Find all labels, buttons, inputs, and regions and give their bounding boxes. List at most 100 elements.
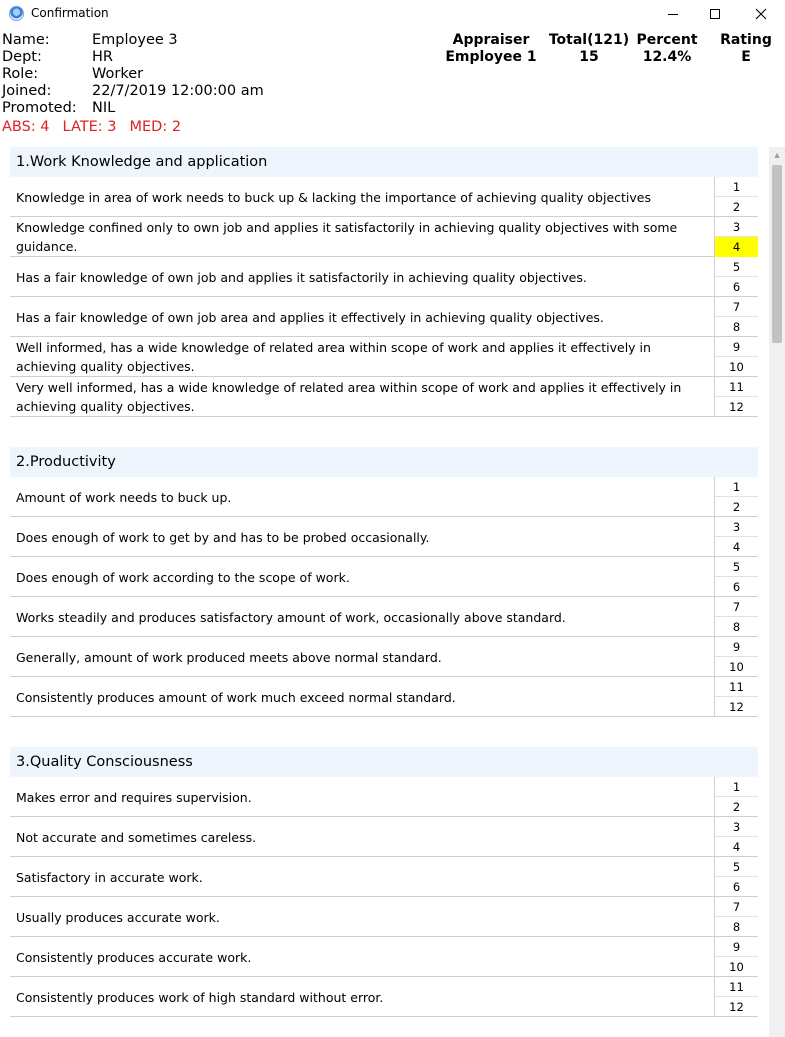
info-value: Employee 3 — [92, 32, 178, 48]
score-option[interactable]: 5 — [714, 857, 758, 877]
title-bar: Confirmation — [0, 0, 785, 28]
absence-flag: ABS: 4 — [2, 119, 50, 135]
score-option[interactable]: 5 — [714, 557, 758, 577]
criteria-description: Makes error and requires supervision. — [16, 789, 252, 805]
score-option[interactable]: 5 — [714, 257, 758, 277]
criteria-description: Usually produces accurate work. — [16, 909, 220, 925]
percent-value: 12.4% — [642, 49, 692, 65]
score-option[interactable]: 7 — [714, 297, 758, 317]
rating-stat: Rating E — [716, 32, 776, 66]
rating-label: Rating — [720, 32, 772, 48]
score-option[interactable]: 1 — [714, 177, 758, 197]
info-label: Joined: — [2, 83, 52, 99]
criteria-row: Knowledge in area of work needs to buck … — [10, 177, 758, 217]
score-option[interactable]: 2 — [714, 797, 758, 817]
criteria-description: Not accurate and sometimes careless. — [16, 829, 257, 845]
score-option[interactable]: 6 — [714, 877, 758, 897]
criteria-row: Has a fair knowledge of own job and appl… — [10, 257, 758, 297]
criteria-row: Consistently produces amount of work muc… — [10, 677, 758, 717]
total-value: 15 — [579, 49, 599, 65]
criteria-description: Knowledge in area of work needs to buck … — [16, 189, 651, 205]
score-option[interactable]: 8 — [714, 617, 758, 637]
score-option[interactable]: 2 — [714, 497, 758, 517]
score-option[interactable]: 4 — [714, 237, 758, 257]
rating-value: E — [741, 49, 751, 65]
minimize-icon — [668, 13, 678, 15]
info-value: NIL — [92, 100, 116, 116]
minimize-button[interactable] — [650, 0, 696, 28]
window-title: Confirmation — [31, 6, 109, 20]
criteria-row: Has a fair knowledge of own job area and… — [10, 297, 758, 337]
info-value: 22/7/2019 12:00:00 am — [92, 83, 264, 99]
info-row-joined: Joined: 22/7/2019 12:00:00 am — [2, 83, 264, 100]
total-label: Total(121) — [548, 32, 630, 48]
score-option[interactable]: 11 — [714, 377, 758, 397]
criteria-row: Consistently produces accurate work. 9 10 — [10, 937, 758, 977]
score-option[interactable]: 1 — [714, 777, 758, 797]
criteria-row: Makes error and requires supervision. 1 2 — [10, 777, 758, 817]
score-option[interactable]: 9 — [714, 637, 758, 657]
criteria-description: Consistently produces amount of work muc… — [16, 689, 456, 705]
scroll-up-arrow-icon[interactable]: ▲ — [769, 147, 785, 163]
score-option[interactable]: 8 — [714, 317, 758, 337]
attendance-flags: ABS: 4 LATE: 3 MED: 2 — [2, 119, 181, 135]
score-option[interactable]: 8 — [714, 917, 758, 937]
score-option[interactable]: 12 — [714, 997, 758, 1017]
late-flag: LATE: 3 — [62, 119, 117, 135]
score-option[interactable]: 6 — [714, 577, 758, 597]
criteria-description: Very well informed, has a wide knowledge… — [16, 380, 682, 414]
employee-info: Name: Employee 3 Dept: HR Role: Worker J… — [2, 32, 264, 117]
score-option[interactable]: 7 — [714, 897, 758, 917]
app-icon — [9, 6, 24, 21]
section-title: 3.Quality Consciousness — [10, 747, 758, 777]
score-option[interactable]: 11 — [714, 677, 758, 697]
section-title: 1.Work Knowledge and application — [10, 147, 758, 177]
score-option[interactable]: 1 — [714, 477, 758, 497]
info-value: Worker — [92, 66, 144, 82]
criteria-description: Generally, amount of work produced meets… — [16, 649, 442, 665]
score-option[interactable]: 12 — [714, 397, 758, 417]
criteria-row: Not accurate and sometimes careless. 3 4 — [10, 817, 758, 857]
criteria-description: Works steadily and produces satisfactory… — [16, 609, 566, 625]
score-option[interactable]: 10 — [714, 357, 758, 377]
score-option[interactable]: 4 — [714, 837, 758, 857]
criteria-description: Has a fair knowledge of own job and appl… — [16, 269, 587, 285]
score-option[interactable]: 2 — [714, 197, 758, 217]
percent-label: Percent — [636, 32, 698, 48]
score-option[interactable]: 11 — [714, 977, 758, 997]
info-label: Name: — [2, 32, 50, 48]
criteria-row: Works steadily and produces satisfactory… — [10, 597, 758, 637]
criteria-description: Consistently produces accurate work. — [16, 949, 252, 965]
info-row-role: Role: Worker — [2, 66, 264, 83]
criteria-description: Well informed, has a wide knowledge of r… — [16, 340, 651, 374]
info-row-name: Name: Employee 3 — [2, 32, 264, 49]
score-option[interactable]: 10 — [714, 957, 758, 977]
criteria-row: Does enough of work to get by and has to… — [10, 517, 758, 557]
scrollbar-thumb[interactable] — [772, 165, 782, 343]
criteria-description: Does enough of work according to the sco… — [16, 569, 350, 585]
criteria-row: Well informed, has a wide knowledge of r… — [10, 337, 758, 377]
score-option[interactable]: 7 — [714, 597, 758, 617]
score-option[interactable]: 10 — [714, 657, 758, 677]
score-option[interactable]: 9 — [714, 937, 758, 957]
score-option[interactable]: 3 — [714, 517, 758, 537]
maximize-button[interactable] — [692, 0, 738, 28]
criteria-row: Knowledge confined only to own job and a… — [10, 217, 758, 257]
score-option[interactable]: 3 — [714, 217, 758, 237]
close-button[interactable] — [738, 0, 784, 28]
score-option[interactable]: 4 — [714, 537, 758, 557]
criteria-row: Generally, amount of work produced meets… — [10, 637, 758, 677]
criteria-section: 3.Quality Consciousness Makes error and r… — [10, 747, 758, 1017]
score-option[interactable]: 12 — [714, 697, 758, 717]
vertical-scrollbar[interactable]: ▲ — [769, 147, 785, 1037]
score-option[interactable]: 9 — [714, 337, 758, 357]
section-title: 2.Productivity — [10, 447, 758, 477]
info-value: HR — [92, 49, 113, 65]
info-label: Dept: — [2, 49, 42, 65]
info-label: Role: — [2, 66, 39, 82]
score-option[interactable]: 3 — [714, 817, 758, 837]
criteria-row: Does enough of work according to the sco… — [10, 557, 758, 597]
appraisal-scroll-area[interactable]: 1.Work Knowledge and application Knowledg… — [0, 147, 770, 1037]
score-option[interactable]: 6 — [714, 277, 758, 297]
criteria-row: Very well informed, has a wide knowledge… — [10, 377, 758, 417]
